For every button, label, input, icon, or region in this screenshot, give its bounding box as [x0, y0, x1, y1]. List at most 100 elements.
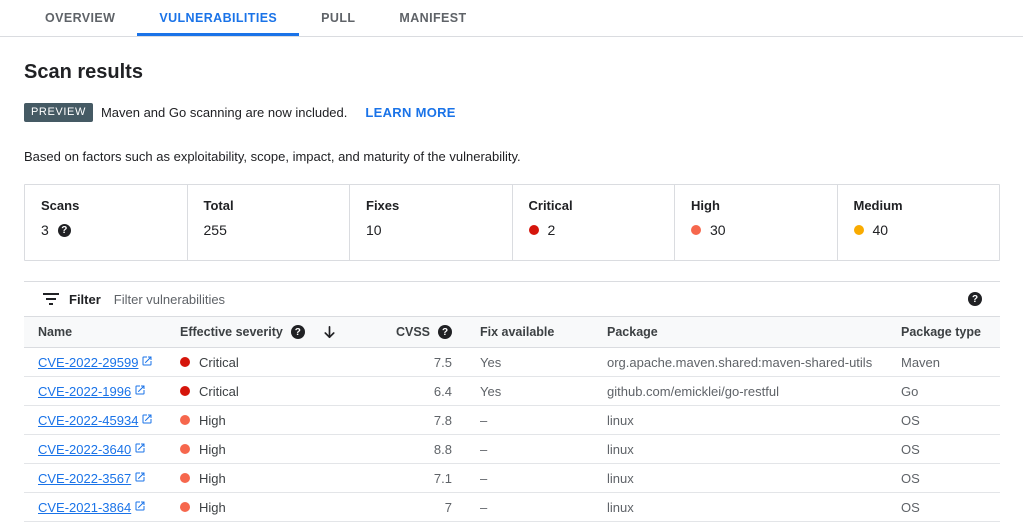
- cve-link-label: CVE-2022-45934: [38, 413, 138, 428]
- filter-button[interactable]: Filter: [42, 292, 101, 307]
- severity-dot: [180, 357, 190, 367]
- summary-fixes: Fixes 10: [349, 185, 512, 260]
- high-severity-dot: [691, 225, 701, 235]
- package-cell: linux: [593, 493, 887, 522]
- severity-cell: High: [166, 435, 391, 464]
- help-icon[interactable]: ?: [968, 292, 982, 306]
- severity-cell: Critical: [166, 377, 391, 406]
- cve-name-cell: CVE-2022-1996: [24, 377, 166, 406]
- cve-link[interactable]: CVE-2022-3567: [38, 471, 146, 486]
- preview-text: Maven and Go scanning are now included.: [101, 105, 347, 120]
- summary-critical: Critical2: [512, 185, 675, 260]
- package-type-cell: Maven: [887, 348, 1000, 377]
- fix-available-cell: –: [466, 406, 593, 435]
- cve-link[interactable]: CVE-2022-1996: [38, 384, 146, 399]
- column-header-package-type[interactable]: Package type: [887, 317, 1000, 348]
- package-type-cell: OS: [887, 406, 1000, 435]
- table-row: CVE-2022-1996 Critical 6.4 Yes github.co…: [24, 377, 1000, 406]
- cve-link[interactable]: CVE-2022-45934: [38, 413, 153, 428]
- open-in-new-icon: [134, 442, 146, 457]
- package-cell: linux: [593, 464, 887, 493]
- summary-high: High 30: [674, 185, 837, 260]
- column-label: Name: [38, 325, 72, 339]
- cvss-cell: 7: [391, 493, 466, 522]
- content-area: Scan results PREVIEW Maven and Go scanni…: [0, 61, 1023, 522]
- tab-overview[interactable]: OVERVIEW: [23, 0, 137, 36]
- column-header-name[interactable]: Name: [24, 317, 166, 348]
- severity-cell: Critical: [166, 348, 391, 377]
- column-header-package[interactable]: Package: [593, 317, 887, 348]
- summary-label: Scans: [41, 198, 177, 213]
- severity-cell: High: [166, 464, 391, 493]
- tab-pull[interactable]: PULL: [299, 0, 377, 36]
- help-icon[interactable]: ?: [58, 224, 71, 237]
- description-text: Based on factors such as exploitability,…: [24, 149, 1000, 164]
- learn-more-link[interactable]: LEARN MORE: [365, 105, 455, 120]
- package-type-cell: OS: [887, 493, 1000, 522]
- summary-value: 255: [204, 222, 227, 238]
- severity-label: High: [199, 500, 226, 515]
- table-row: CVE-2022-3567 High 7.1 – linux OS: [24, 464, 1000, 493]
- table-row: CVE-2021-3864 High 7 – linux OS: [24, 493, 1000, 522]
- vulnerabilities-card: Filter ? Name E: [24, 281, 1000, 522]
- cve-name-cell: CVE-2022-3567: [24, 464, 166, 493]
- summary-scans: Scans 3?: [25, 185, 187, 260]
- package-cell: org.apache.maven.shared:maven-shared-uti…: [593, 348, 887, 377]
- cve-name-cell: CVE-2022-3640: [24, 435, 166, 464]
- package-cell: linux: [593, 406, 887, 435]
- column-label: Package: [607, 325, 658, 339]
- summary-value: 3: [41, 222, 49, 238]
- table-row: CVE-2022-29599 Critical 7.5 Yes org.apac…: [24, 348, 1000, 377]
- tab-vulnerabilities[interactable]: VULNERABILITIES: [137, 0, 299, 36]
- table-row: CVE-2022-3640 High 8.8 – linux OS: [24, 435, 1000, 464]
- help-icon[interactable]: ?: [291, 325, 305, 339]
- critical-severity-dot: [529, 225, 539, 235]
- fix-available-cell: –: [466, 493, 593, 522]
- filter-input[interactable]: [114, 292, 968, 307]
- summary-value: 30: [710, 222, 726, 238]
- preview-line: PREVIEW Maven and Go scanning are now in…: [24, 103, 1000, 122]
- package-type-cell: OS: [887, 435, 1000, 464]
- cve-link-label: CVE-2022-3640: [38, 442, 131, 457]
- cvss-cell: 8.8: [391, 435, 466, 464]
- severity-label: High: [199, 471, 226, 486]
- fix-available-cell: –: [466, 435, 593, 464]
- package-cell: github.com/emicklei/go-restful: [593, 377, 887, 406]
- cve-link-label: CVE-2022-1996: [38, 384, 131, 399]
- column-label: Fix available: [480, 325, 554, 339]
- fix-available-cell: –: [466, 464, 593, 493]
- tab-manifest[interactable]: MANIFEST: [377, 0, 488, 36]
- package-type-cell: OS: [887, 464, 1000, 493]
- cve-link[interactable]: CVE-2022-3640: [38, 442, 146, 457]
- summary-value: 10: [366, 222, 382, 238]
- cve-name-cell: CVE-2022-45934: [24, 406, 166, 435]
- help-icon[interactable]: ?: [438, 325, 452, 339]
- summary-total: Total 255: [187, 185, 350, 260]
- cvss-cell: 6.4: [391, 377, 466, 406]
- column-label: CVSS: [396, 325, 430, 339]
- tab-bar: OVERVIEWVULNERABILITIESPULLMANIFEST: [0, 0, 1023, 37]
- severity-label: High: [199, 442, 226, 457]
- sort-descending-icon[interactable]: [322, 325, 337, 340]
- column-header-cvss[interactable]: CVSS ?: [391, 317, 466, 348]
- scan-results-page: OVERVIEWVULNERABILITIESPULLMANIFEST Scan…: [0, 0, 1023, 522]
- summary-label: High: [691, 198, 827, 213]
- page-title: Scan results: [24, 61, 1000, 84]
- package-cell: linux: [593, 435, 887, 464]
- summary-medium: Medium40: [837, 185, 1000, 260]
- column-header-effective-severity[interactable]: Effective severity ?: [166, 317, 391, 348]
- column-header-fix-available[interactable]: Fix available: [466, 317, 593, 348]
- fix-available-cell: Yes: [466, 377, 593, 406]
- cve-link[interactable]: CVE-2022-29599: [38, 355, 153, 370]
- summary-label: Total: [204, 198, 340, 213]
- cve-link[interactable]: CVE-2021-3864: [38, 500, 146, 515]
- table-header-row: Name Effective severity ?: [24, 317, 1000, 348]
- summary-label: Fixes: [366, 198, 502, 213]
- severity-label: Critical: [199, 384, 239, 399]
- filter-button-label: Filter: [69, 292, 101, 307]
- severity-label: High: [199, 413, 226, 428]
- filter-list-icon: [42, 292, 60, 306]
- medium-severity-dot: [854, 225, 864, 235]
- severity-dot: [180, 444, 190, 454]
- cvss-cell: 7.5: [391, 348, 466, 377]
